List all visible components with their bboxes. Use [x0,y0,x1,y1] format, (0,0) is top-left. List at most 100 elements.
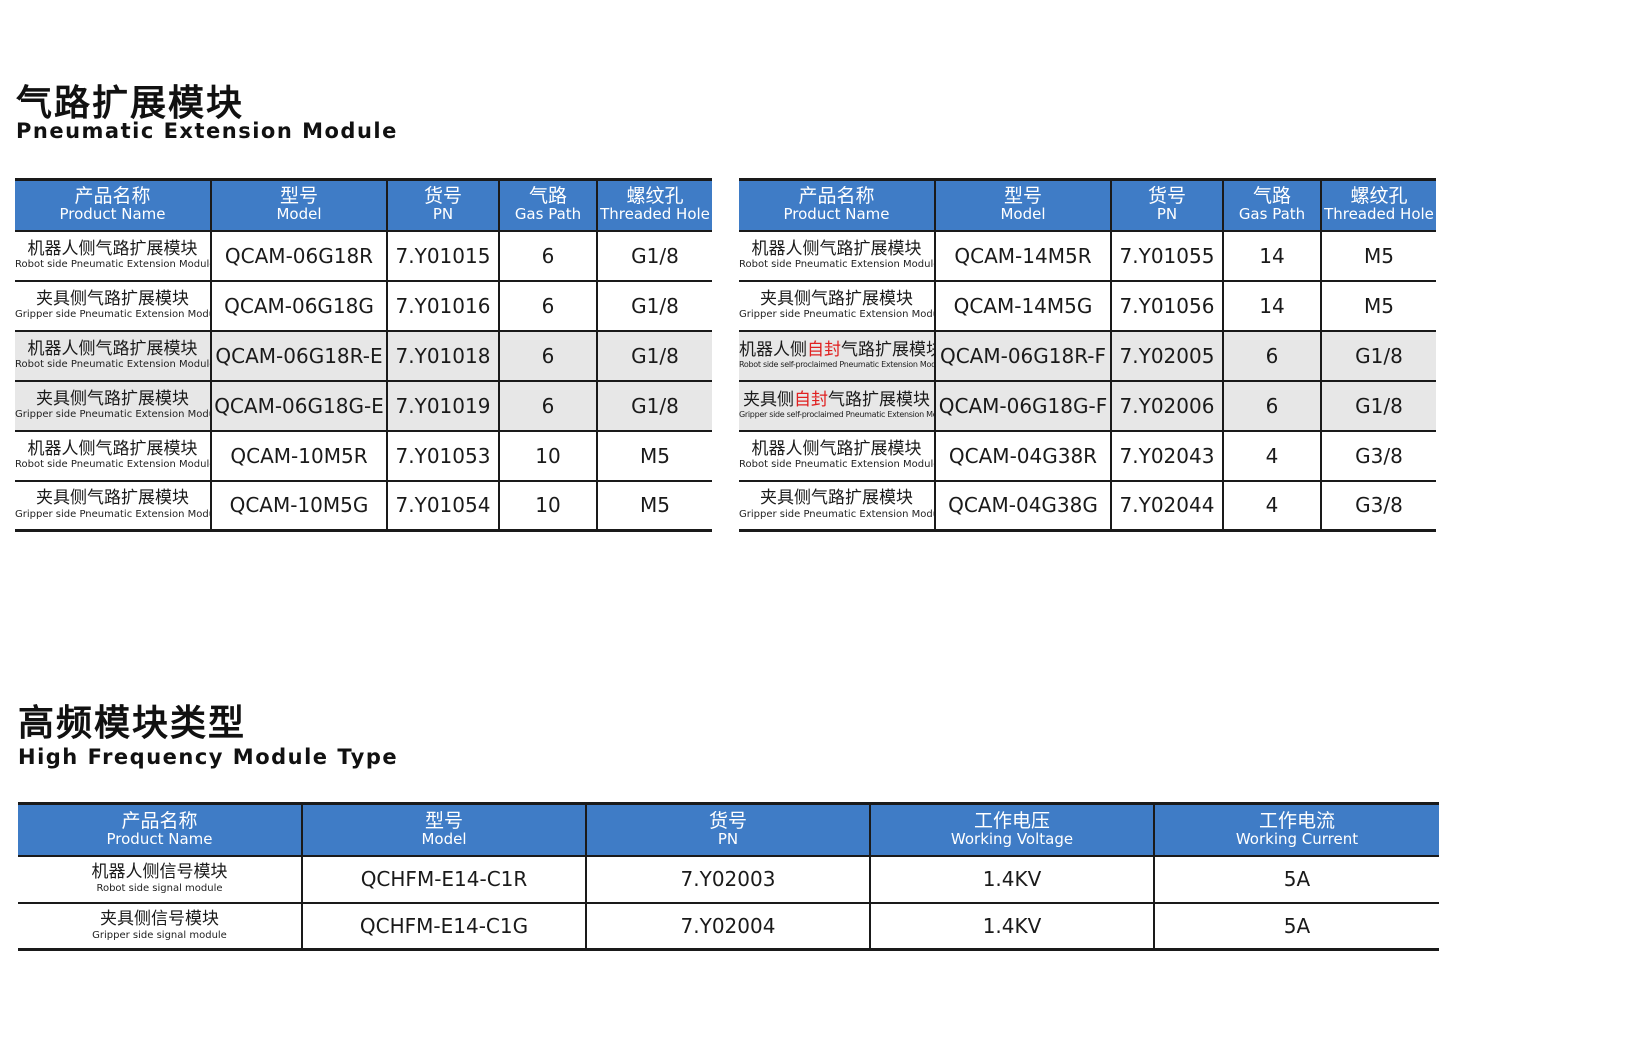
model-cell: QCHFM-E14-C1R [301,854,586,903]
product-name-cell: 机器人侧气路扩展模块 Robot side Pneumatic Extension… [739,429,935,481]
pn-cell: 7.Y02004 [585,901,870,950]
table-row: 机器人侧气路扩展模块 Robot side Pneumatic Extension… [15,229,712,281]
gas-path-cell: 6 [498,329,597,381]
working-current-cell: 5A [1153,854,1439,903]
section2-title-zh: 高频模块类型 [18,703,247,744]
product-name-zh: 夹具侧气路扩展模块 [36,488,189,509]
model-cell: QCAM-06G18G-F [934,379,1111,431]
gas-path-cell: 14 [1222,229,1321,281]
gas-path-cell: 10 [498,429,597,481]
product-name-cell: 机器人侧气路扩展模块 Robot side Pneumatic Extension… [15,329,211,381]
gas-path-cell: 4 [1222,479,1321,531]
threaded-hole-cell: G1/8 [596,279,712,331]
product-name-zh-part: 机器人侧气路扩展模块 [751,438,922,459]
product-name-cell: 夹具侧信号模块 Gripper side signal module [18,901,302,950]
gas-path-cell: 4 [1222,429,1321,481]
threaded-hole-cell: G3/8 [1320,429,1436,481]
product-name-cell: 夹具侧自封气路扩展模块 Gripper side self-proclaimed … [739,379,935,431]
threaded-hole-cell: M5 [596,479,712,531]
product-name-zh: 夹具侧自封气路扩展模块 [739,389,934,411]
product-name-zh: 机器人侧气路扩展模块 [739,438,934,460]
product-name-en: Gripper side Pneumatic Extension Module [15,409,211,421]
threaded-hole-cell: G1/8 [1320,329,1436,381]
product-name-en: Robot side Pneumatic Extension Module [15,259,211,271]
table-row: 机器人侧信号模块 Robot side signal module QCHFM-E1… [18,854,1439,903]
gas-path-cell: 14 [1222,279,1321,331]
product-name-cell: 机器人侧自封气路扩展模块 Robot side self-proclaimed P… [739,329,935,381]
model-cell: QCAM-06G18R-F [934,329,1111,381]
header-working-current: 工作电流 Working Current [1153,803,1439,856]
model-cell: QCAM-10M5G [210,479,387,531]
model-cell: QCAM-14M5R [934,229,1111,281]
product-name-cell: 夹具侧气路扩展模块 Gripper side Pneumatic Extensio… [739,279,935,331]
product-name-en: Robot side Pneumatic Extension Module [15,359,211,371]
model-cell: QCAM-06G18G-E [210,379,387,431]
table-row: 夹具侧气路扩展模块 Gripper side Pneumatic Extensio… [15,479,712,531]
model-cell: QCAM-14M5G [934,279,1111,331]
header-pn: 货号 PN [1110,179,1223,231]
product-name-zh: 夹具侧气路扩展模块 [36,388,189,409]
product-name-zh-part: 夹具侧气路扩展模块 [760,288,913,309]
pneumatic-table-left: 产品名称 Product Name 型号 Model 货号 PN 气路 Gas Path… [15,178,712,532]
table-row: 夹具侧信号模块 Gripper side signal module QCHFM-E… [18,901,1439,950]
pn-cell: 7.Y02043 [1110,429,1223,481]
pn-cell: 7.Y02006 [1110,379,1223,431]
header-pn: 货号 PN [386,179,499,231]
header-product-name: 产品名称 Product Name [739,179,935,231]
gas-path-cell: 6 [1222,329,1321,381]
header-model: 型号 Model [210,179,387,231]
threaded-hole-cell: G3/8 [1320,479,1436,531]
product-name-zh: 夹具侧气路扩展模块 [36,288,189,309]
product-name-zh: 机器人侧气路扩展模块 [27,238,198,259]
pn-cell: 7.Y01056 [1110,279,1223,331]
threaded-hole-cell: G1/8 [596,379,712,431]
pn-cell: 7.Y01053 [386,429,499,481]
gas-path-cell: 10 [498,479,597,531]
pn-cell: 7.Y02044 [1110,479,1223,531]
table-row: 机器人侧气路扩展模块 Robot side Pneumatic Extension… [739,229,1436,281]
gas-path-cell: 6 [498,279,597,331]
header-gas-path: 气路 Gas Path [498,179,597,231]
product-name-zh: 夹具侧气路扩展模块 [739,288,934,310]
product-name-cell: 夹具侧气路扩展模块 Gripper side Pneumatic Extensio… [15,479,211,531]
pn-cell: 7.Y02005 [1110,329,1223,381]
product-name-zh-part: 气路扩展模块 [841,339,935,360]
model-cell: QCAM-06G18R-E [210,329,387,381]
product-name-cell: 机器人侧信号模块 Robot side signal module [18,854,302,903]
pn-cell: 7.Y01054 [386,479,499,531]
product-name-zh-part: 机器人侧气路扩展模块 [751,238,922,259]
product-name-en: Gripper side signal module [92,929,227,941]
section1-title-en: Pneumatic Extension Module [16,119,398,143]
product-name-en: Gripper side Pneumatic Extension Module [739,509,935,521]
gas-path-cell: 6 [498,379,597,431]
threaded-hole-cell: M5 [1320,229,1436,281]
pn-cell: 7.Y01016 [386,279,499,331]
model-cell: QCHFM-E14-C1G [301,901,586,950]
pn-cell: 7.Y01015 [386,229,499,281]
table-row: 机器人侧气路扩展模块 Robot side Pneumatic Extension… [15,329,712,381]
threaded-hole-cell: M5 [1320,279,1436,331]
table-header-row: 产品名称 Product Name 型号 Model 货号 PN 工作电压 Workin… [18,803,1439,856]
product-name-cell: 夹具侧气路扩展模块 Gripper side Pneumatic Extensio… [15,279,211,331]
product-name-zh: 机器人侧气路扩展模块 [27,438,198,459]
product-name-en: Robot side Pneumatic Extension Module [15,459,211,471]
product-name-zh-part: 气路扩展模块 [828,389,930,410]
product-name-zh-part: 夹具侧气路扩展模块 [760,488,913,509]
header-product-name: 产品名称 Product Name [15,179,211,231]
product-name-zh: 夹具侧信号模块 [100,908,219,929]
model-cell: QCAM-04G38G [934,479,1111,531]
product-name-cell: 机器人侧气路扩展模块 Robot side Pneumatic Extension… [15,229,211,281]
table-row: 机器人侧气路扩展模块 Robot side Pneumatic Extension… [15,429,712,481]
header-working-voltage: 工作电压 Working Voltage [869,803,1154,856]
product-name-zh-highlight: 自封 [794,389,828,410]
header-threaded-hole: 螺纹孔 Threaded Hole [596,179,712,231]
model-cell: QCAM-06G18G [210,279,387,331]
product-name-en: Gripper side Pneumatic Extension Module [739,309,935,321]
product-name-cell: 夹具侧气路扩展模块 Gripper side Pneumatic Extensio… [15,379,211,431]
pn-cell: 7.Y01019 [386,379,499,431]
product-name-zh-highlight: 自封 [807,339,841,360]
table-row: 夹具侧气路扩展模块 Gripper side Pneumatic Extensio… [15,279,712,331]
section2-title-en: High Frequency Module Type [18,745,399,769]
model-cell: QCAM-10M5R [210,429,387,481]
header-threaded-hole: 螺纹孔 Threaded Hole [1320,179,1436,231]
